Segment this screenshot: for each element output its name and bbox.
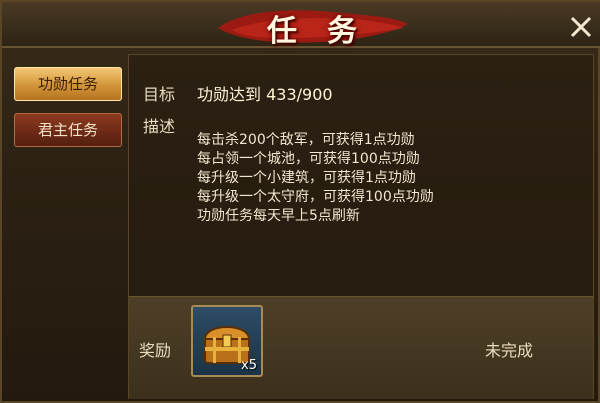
tab-merit-task[interactable]: 功勋任务 [14, 67, 122, 101]
goal-label: 目标 [143, 85, 176, 104]
tab-lord-task[interactable]: 君主任务 [14, 113, 122, 147]
description-label: 描述 [143, 117, 176, 136]
close-icon [570, 16, 592, 38]
tab-merit-task-label: 功勋任务 [37, 75, 98, 93]
reward-item-slot[interactable]: x5 [191, 305, 263, 377]
reward-item-count: x5 [241, 358, 257, 373]
goal-text: 功勋达到 433/900 [197, 85, 333, 104]
window-title: 任务 [267, 14, 387, 49]
title-bar: 任务 [2, 2, 600, 49]
description-line: 每升级一个小建筑，可获得1点功勋 [197, 170, 416, 186]
reward-label: 奖励 [139, 341, 172, 360]
description-line: 每击杀200个敌军，可获得1点功勋 [197, 132, 415, 148]
description-line: 每升级一个太守府，可获得100点功勋 [197, 189, 434, 205]
task-category-tabs: 功勋任务 君主任务 [8, 54, 126, 399]
title-banner: 任务 [212, 2, 412, 49]
tab-lord-task-label: 君主任务 [37, 121, 98, 139]
description-line: 功勋任务每天早上5点刷新 [197, 208, 360, 224]
reward-bar: 奖励 x5 未完成 [129, 296, 593, 399]
description-list: 每击杀200个敌军，可获得1点功勋 每占领一个城池，可获得100点功勋 每升级一… [197, 131, 577, 226]
close-button[interactable] [568, 14, 594, 40]
task-status: 未完成 [485, 341, 534, 360]
task-window: 任务 功勋任务 君主任务 目标 功勋达到 433/900 描述 每击杀200个敌… [0, 0, 600, 403]
task-detail-panel: 目标 功勋达到 433/900 描述 每击杀200个敌军，可获得1点功勋 每占领… [128, 54, 594, 399]
description-line: 每占领一个城池，可获得100点功勋 [197, 151, 420, 167]
